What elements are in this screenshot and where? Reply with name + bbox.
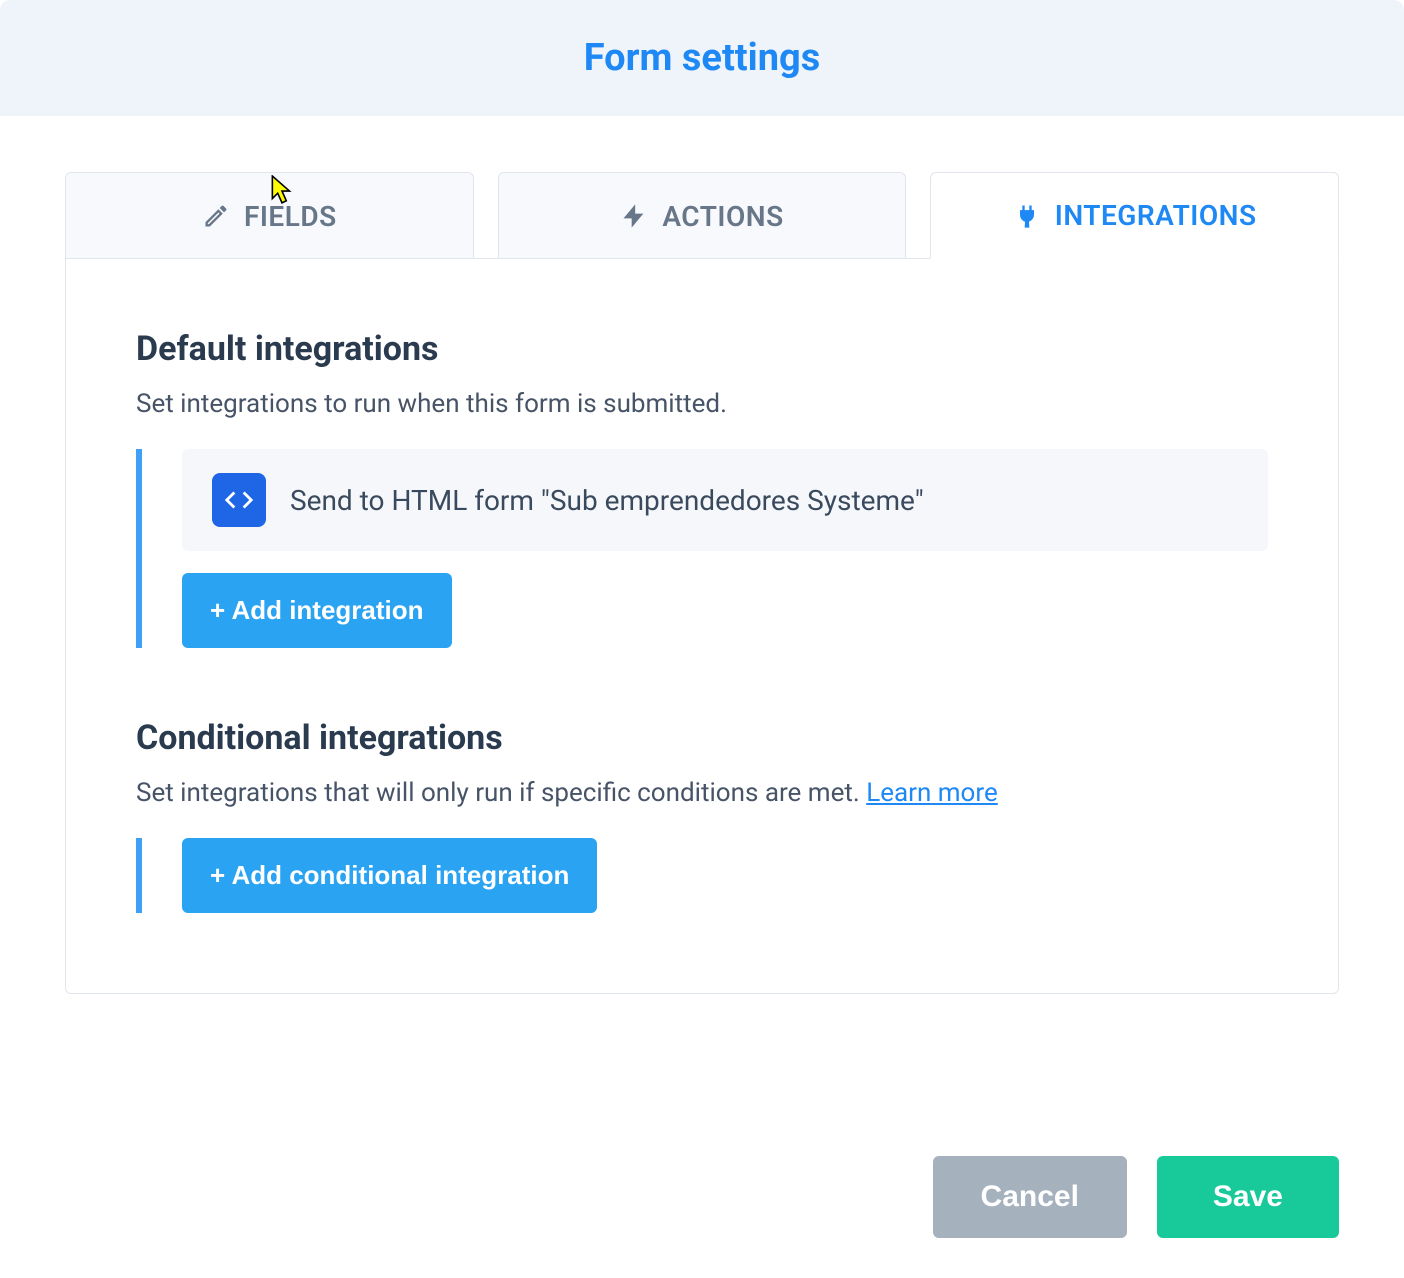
code-icon bbox=[212, 473, 266, 527]
section-default-integrations: Default integrations Set integrations to… bbox=[136, 329, 1268, 648]
cancel-button[interactable]: Cancel bbox=[933, 1156, 1127, 1238]
integrations-block: Send to HTML form "Sub emprendedores Sys… bbox=[136, 449, 1268, 648]
add-conditional-integration-button[interactable]: + Add conditional integration bbox=[182, 838, 597, 913]
tabs: FIELDS ACTIONS INTEGRATIONS bbox=[65, 172, 1339, 259]
form-settings-modal: Form settings FIELDS ACTIONS INTEGRATIO bbox=[0, 0, 1404, 1278]
edit-icon bbox=[202, 202, 230, 230]
save-button[interactable]: Save bbox=[1157, 1156, 1339, 1238]
section-description: Set integrations that will only run if s… bbox=[136, 778, 1268, 808]
section-conditional-integrations: Conditional integrations Set integration… bbox=[136, 718, 1268, 913]
integration-label: Send to HTML form "Sub emprendedores Sys… bbox=[290, 484, 924, 517]
learn-more-link[interactable]: Learn more bbox=[866, 778, 998, 808]
tab-label: INTEGRATIONS bbox=[1055, 199, 1257, 232]
section-description: Set integrations to run when this form i… bbox=[136, 389, 1268, 419]
tab-label: ACTIONS bbox=[662, 200, 783, 233]
modal-footer: Cancel Save bbox=[933, 1156, 1339, 1238]
section-description-text: Set integrations that will only run if s… bbox=[136, 778, 866, 808]
add-integration-button[interactable]: + Add integration bbox=[182, 573, 452, 648]
tab-label: FIELDS bbox=[244, 200, 337, 233]
tab-integrations[interactable]: INTEGRATIONS bbox=[930, 172, 1339, 259]
integration-item[interactable]: Send to HTML form "Sub emprendedores Sys… bbox=[182, 449, 1268, 551]
tabs-container: FIELDS ACTIONS INTEGRATIONS Default inte… bbox=[0, 172, 1404, 994]
plug-icon bbox=[1013, 202, 1041, 230]
section-title: Default integrations bbox=[136, 329, 1268, 369]
integrations-block: + Add conditional integration bbox=[136, 838, 1268, 913]
modal-title: Form settings bbox=[0, 36, 1404, 80]
tab-panel-integrations: Default integrations Set integrations to… bbox=[65, 258, 1339, 994]
modal-header: Form settings bbox=[0, 0, 1404, 116]
bolt-icon bbox=[620, 202, 648, 230]
tab-fields[interactable]: FIELDS bbox=[65, 172, 474, 259]
section-title: Conditional integrations bbox=[136, 718, 1268, 758]
tab-actions[interactable]: ACTIONS bbox=[498, 172, 907, 259]
